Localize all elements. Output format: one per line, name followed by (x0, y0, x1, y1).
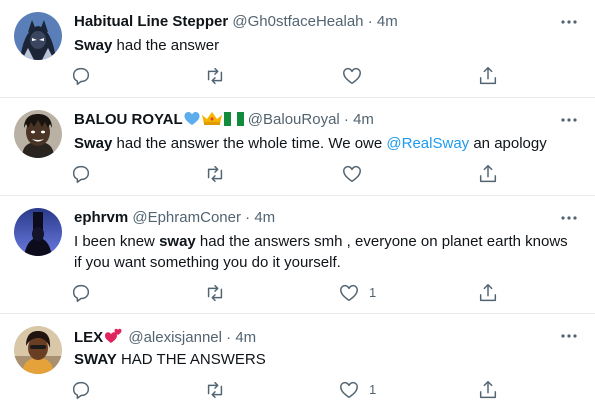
two-hearts-icon (105, 328, 122, 343)
tweet-text-start: I been knew (74, 233, 160, 250)
avatar[interactable] (14, 12, 62, 60)
tweet-3[interactable]: ephrvm @EphramConer · 4m I been knew swa… (0, 196, 595, 314)
like-icon[interactable] (338, 379, 360, 401)
like-icon[interactable] (338, 282, 360, 304)
like-count: 1 (369, 285, 377, 300)
retweet-icon[interactable] (204, 282, 226, 304)
more-icon[interactable] (560, 209, 578, 227)
reply-icon[interactable] (70, 65, 92, 87)
reply-icon[interactable] (70, 163, 92, 185)
separator-dot: · (226, 329, 232, 346)
display-name[interactable]: BALOU ROYAL (74, 111, 183, 128)
user-handle[interactable]: @EphramConer (132, 209, 241, 226)
highlighted-keyword: sway (159, 233, 196, 250)
mention-link[interactable]: @RealSway (386, 135, 469, 152)
highlighted-keyword: SWAY (74, 351, 117, 368)
like-icon[interactable] (341, 163, 363, 185)
display-name[interactable]: LEX (74, 329, 103, 346)
reply-icon[interactable] (70, 282, 92, 304)
more-icon[interactable] (560, 13, 578, 31)
blue-heart-icon (184, 112, 200, 125)
share-icon[interactable] (477, 65, 499, 87)
tweet-text: Sway had the answer (74, 35, 579, 56)
reply-icon[interactable] (70, 379, 92, 401)
share-icon[interactable] (477, 379, 499, 401)
tweet-header: LEX @alexisjannel · 4m (74, 326, 256, 346)
tweet-feed: Habitual Line Stepper @Gh0stfaceHealah ·… (0, 0, 595, 419)
display-name[interactable]: ephrvm (74, 209, 128, 226)
tweet-text-end: an apology (469, 135, 547, 152)
tweet-text-body: HAD THE ANSWERS (116, 351, 266, 368)
user-handle[interactable]: @Gh0stfaceHealah (232, 13, 363, 30)
share-icon[interactable] (477, 163, 499, 185)
user-handle[interactable]: @BalouRoyal (248, 111, 340, 128)
tweet-text-body: had the answer (112, 37, 220, 54)
more-icon[interactable] (560, 327, 578, 345)
avatar[interactable] (14, 208, 62, 256)
tweet-text: SWAY HAD THE ANSWERS (74, 349, 579, 370)
timestamp[interactable]: 4m (254, 209, 275, 226)
retweet-icon[interactable] (204, 163, 226, 185)
tweet-4[interactable]: LEX @alexisjannel · 4m SWAY HAD THE ANSW… (0, 314, 595, 419)
timestamp[interactable]: 4m (235, 329, 256, 346)
crown-icon (201, 112, 222, 125)
tweet-header: ephrvm @EphramConer · 4m (74, 208, 275, 228)
avatar[interactable] (14, 110, 62, 158)
retweet-icon[interactable] (204, 379, 226, 401)
display-name[interactable]: Habitual Line Stepper (74, 13, 228, 30)
tweet-2[interactable]: BALOU ROYAL @BalouRoyal · 4m Sway had th… (0, 98, 595, 196)
tweet-text: I been knew sway had the answers smh , e… (74, 231, 579, 273)
retweet-icon[interactable] (204, 65, 226, 87)
tweet-1[interactable]: Habitual Line Stepper @Gh0stfaceHealah ·… (0, 0, 595, 98)
user-handle[interactable]: @alexisjannel (128, 329, 222, 346)
tweet-header: Habitual Line Stepper @Gh0stfaceHealah ·… (74, 12, 398, 32)
like-count: 1 (369, 382, 377, 397)
tweet-header: BALOU ROYAL @BalouRoyal · 4m (74, 110, 374, 130)
timestamp[interactable]: 4m (377, 13, 398, 30)
like-icon[interactable] (341, 65, 363, 87)
more-icon[interactable] (560, 111, 578, 129)
avatar[interactable] (14, 326, 62, 374)
highlighted-keyword: Sway (74, 135, 113, 152)
timestamp[interactable]: 4m (353, 111, 374, 128)
nigeria-flag-icon (223, 112, 244, 126)
share-icon[interactable] (477, 282, 499, 304)
tweet-text-body: had the answer the whole time. We owe (112, 135, 387, 152)
separator-dot: · (367, 13, 373, 30)
separator-dot: · (343, 111, 349, 128)
tweet-text: Sway had the answer the whole time. We o… (74, 133, 579, 154)
highlighted-keyword: Sway (74, 37, 113, 54)
separator-dot: · (245, 209, 251, 226)
